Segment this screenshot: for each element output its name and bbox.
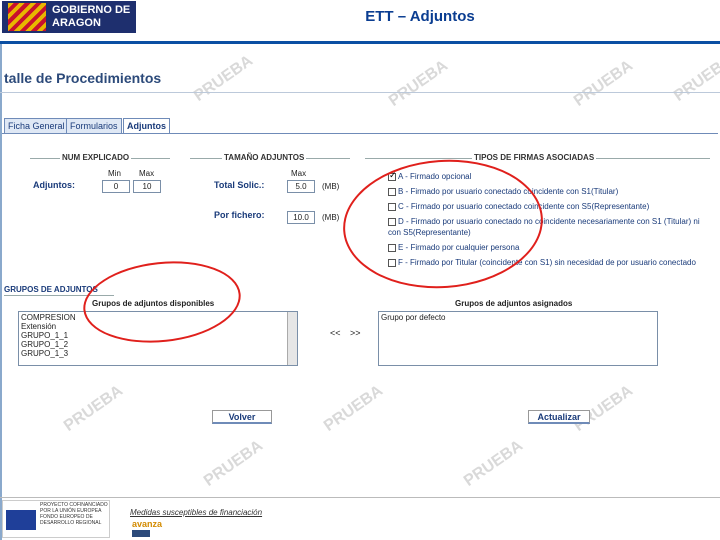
watermark: PRUEBA [460, 437, 527, 490]
list-item[interactable]: GRUPO_1_3 [21, 349, 295, 358]
list-item[interactable]: Grupo por defecto [381, 313, 655, 322]
slide-title: ETT – Adjuntos [365, 8, 475, 25]
por-fichero-label: Por fichero: [214, 210, 265, 220]
tab-formularios[interactable]: Formularios [66, 118, 122, 134]
section-tipos-title: TIPOS DE FIRMAS ASOCIADAS [472, 153, 597, 162]
page-title: talle de Procedimientos [4, 70, 162, 86]
adjuntos-label: Adjuntos: [33, 180, 75, 190]
watermark: PRUEBA [385, 57, 452, 110]
total-solic-input[interactable]: 5.0 [287, 180, 315, 193]
max-label: Max [139, 169, 155, 178]
footer-divider [0, 497, 720, 498]
financiacion-text: Medidas susceptibles de financiación [130, 508, 263, 517]
actualizar-button[interactable]: Actualizar [528, 410, 590, 424]
adjuntos-min-input[interactable]: 0 [102, 180, 130, 193]
asignados-listbox[interactable]: Grupo por defecto [378, 311, 658, 366]
logo-text: GOBIERNO DE ARAGON [52, 4, 131, 29]
gobierno-aragon-logo: GOBIERNO DE ARAGON [2, 1, 136, 33]
title-divider [0, 92, 720, 93]
disponibles-scrollbar[interactable] [287, 312, 297, 365]
screen: GOBIERNO DE ARAGON ETT – Adjuntos PRUEBA… [0, 0, 720, 540]
eu-flag-icon [6, 510, 36, 530]
adjuntos-max-input[interactable]: 10 [133, 180, 161, 193]
watermark: PRUEBA [670, 52, 720, 105]
section-num-title: NUM EXPLICADO [60, 153, 132, 162]
total-unit: (MB) [322, 182, 340, 191]
tab-adjuntos[interactable]: Adjuntos [123, 118, 170, 134]
min-label: Min [108, 169, 121, 178]
volver-button[interactable]: Volver [212, 410, 272, 424]
por-fichero-input[interactable]: 10.0 [287, 211, 315, 224]
tamano-max-label: Max [291, 169, 307, 178]
asignados-title: Grupos de adjuntos asignados [455, 299, 573, 308]
total-solic-label: Total Solic.: [214, 180, 265, 190]
section-tamano-title: TAMAÑO ADJUNTOS [222, 153, 307, 162]
avanza-logo: avanza [132, 519, 163, 529]
grupos-section-title: GRUPOS DE ADJUNTOS [4, 285, 98, 294]
tab-ficha-general[interactable]: Ficha General [4, 118, 69, 134]
plan-logo-icon [132, 530, 150, 537]
move-left-button[interactable]: << [330, 328, 341, 338]
watermark: PRUEBA [200, 437, 267, 490]
move-right-button[interactable]: >> [350, 328, 361, 338]
watermark: PRUEBA [570, 57, 637, 110]
fichero-unit: (MB) [322, 213, 340, 222]
aragon-flag-icon [8, 3, 46, 31]
watermark: PRUEBA [190, 52, 257, 105]
eu-text: PROYECTO COFINANCIADO POR LA UNIÓN EUROP… [40, 502, 108, 526]
